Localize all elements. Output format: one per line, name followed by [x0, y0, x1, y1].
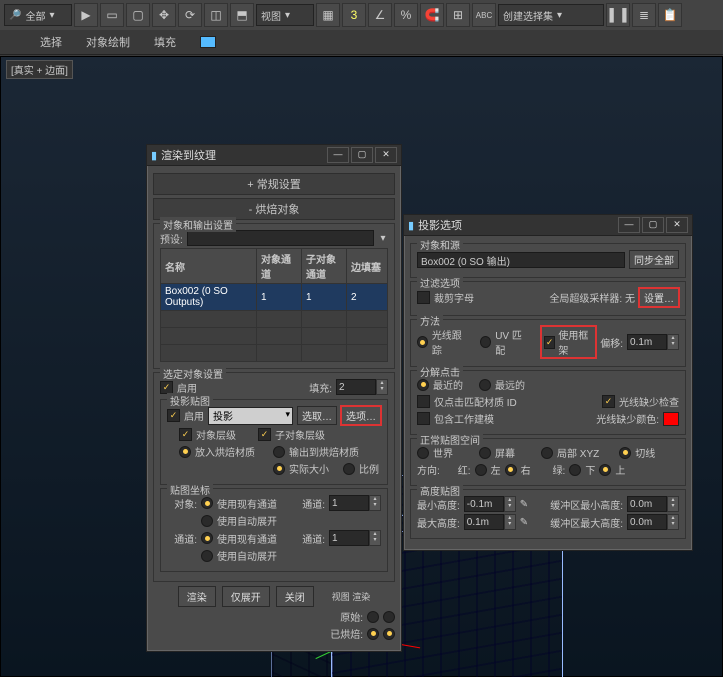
scale-icon[interactable]: ◫ — [204, 3, 228, 27]
ribbon-select[interactable]: 选择 — [40, 34, 62, 50]
rollup-general[interactable]: + 常规设置 — [153, 173, 395, 195]
sync-all-button[interactable]: 同步全部 — [629, 250, 679, 269]
select-lasso-icon[interactable]: ▢ — [126, 3, 150, 27]
move-icon[interactable]: ✥ — [152, 3, 176, 27]
miss-color-swatch[interactable] — [663, 412, 679, 426]
ribbon-object-paint[interactable]: 对象绘制 — [86, 34, 130, 50]
editor-icon[interactable]: ⊞ — [446, 3, 470, 27]
filter-dropdown[interactable]: 🔎全部▾ — [4, 4, 72, 26]
snap-icon[interactable]: 3 — [342, 3, 366, 27]
real-size-radio[interactable] — [273, 463, 285, 475]
angle-snap-icon[interactable]: ∠ — [368, 3, 392, 27]
close-icon[interactable]: ✕ — [375, 147, 397, 163]
projection-combo[interactable]: 投影 — [208, 407, 293, 425]
ribbon-populate[interactable]: 填充 — [154, 34, 176, 50]
include-working-check[interactable] — [417, 412, 430, 425]
sub-use-auto-radio[interactable] — [201, 550, 213, 562]
ray-miss-check[interactable]: ✓ — [602, 395, 615, 408]
mirror-icon[interactable]: ▌▐ — [606, 3, 630, 27]
spinner-snap-icon[interactable]: 🧲 — [420, 3, 444, 27]
hit-group: 分解点击 最近的 最远的 仅点击匹配材质 ID ✓光线缺少检查 包含工作建模 光… — [410, 370, 686, 435]
enable-check[interactable]: ✓ — [160, 381, 173, 394]
map-coords-group: 贴图坐标 对象: 使用现有通道 通道: ▴▾ 使用自动展开 通道: 使用现有通道… — [160, 488, 388, 572]
max-height-spinner[interactable]: ▴▾ — [464, 514, 516, 530]
nearest-radio[interactable] — [417, 379, 429, 391]
obj-use-auto-radio[interactable] — [201, 515, 213, 527]
ribbon-swatch[interactable] — [200, 36, 216, 48]
sub-use-existing-radio[interactable] — [201, 532, 213, 544]
rtt-dialog: ▮ 渲染到纹理 — ▢ ✕ + 常规设置 - 烘焙对象 对象和输出设置 预设: … — [146, 144, 402, 652]
normal-space-group: 正常贴图空间 世界 屏幕 局部 XYZ 切线 方向: 红: 左 右 绿: 下 上 — [410, 438, 686, 486]
obj-use-existing-radio[interactable] — [201, 497, 213, 509]
baked-radio[interactable] — [367, 628, 379, 640]
projection-options-dialog: ▮ 投影选项 — ▢ ✕ 对象和源 Box002 (0 SO 输出) 同步全部 … — [403, 214, 693, 551]
put-mat-radio[interactable] — [179, 446, 191, 458]
ribbon-subbar: 选择 对象绘制 填充 — [0, 30, 723, 55]
raytrace-radio[interactable] — [417, 336, 428, 348]
maximize-icon[interactable]: ▢ — [642, 217, 664, 233]
preset-label: 预设: — [160, 231, 183, 246]
use-cage-check[interactable]: ✓ — [544, 336, 556, 349]
coord-dropdown[interactable]: 视图▾ — [256, 4, 314, 26]
out-mat-radio[interactable] — [273, 446, 285, 458]
padding-spinner[interactable]: ▴▾ — [336, 379, 388, 395]
viewport-label: [真实 + 边面] — [6, 60, 73, 79]
sub-channel-spinner[interactable]: ▴▾ — [329, 530, 381, 546]
eyedropper-icon[interactable]: ✎ — [520, 499, 528, 510]
close-button[interactable]: 关闭 — [276, 586, 314, 607]
method-group: 方法 光线跟踪 UV 匹配 ✓使用框架 偏移: ▴▾ — [410, 319, 686, 367]
options-button[interactable]: 选项… — [341, 406, 381, 425]
po-titlebar[interactable]: ▮ 投影选项 — ▢ ✕ — [404, 215, 692, 236]
rtt-titlebar[interactable]: ▮ 渲染到纹理 — ▢ ✕ — [147, 145, 401, 166]
setup-button[interactable]: 设置… — [639, 288, 679, 307]
close-icon[interactable]: ✕ — [666, 217, 688, 233]
main-toolbar: 🔎全部▾ ▶ ▭ ▢ ✥ ⟳ ◫ ⬒ 视图▾ ▦ 3 ∠ % 🧲 ⊞ ABC 创… — [0, 0, 723, 31]
buf-max-spinner[interactable]: ▴▾ — [627, 514, 679, 530]
align-icon[interactable]: ≣ — [632, 3, 656, 27]
app-icon: ▮ — [151, 149, 157, 162]
proj-enable-check[interactable]: ✓ — [167, 409, 180, 422]
maximize-icon[interactable]: ▢ — [351, 147, 373, 163]
render-button[interactable]: 渲染 — [178, 586, 216, 607]
ratio-radio[interactable] — [343, 463, 355, 475]
buf-min-spinner[interactable]: ▴▾ — [627, 496, 679, 512]
select-rect-icon[interactable]: ▭ — [100, 3, 124, 27]
offset-spinner[interactable]: ▴▾ — [627, 334, 679, 350]
po-title: 投影选项 — [418, 217, 462, 233]
selected-object-group: 选定对象设置 ✓ 启用 填充: ▴▾ 投影贴图 ✓ 启用 投影 选取… 选项… … — [153, 372, 395, 582]
filter-group: 过滤选项 裁剪字母 全局超级采样器: 无 设置… — [410, 281, 686, 316]
selection-set-dropdown[interactable]: 创建选择集▾ — [498, 4, 604, 26]
source-entry[interactable]: Box002 (0 SO 输出) — [417, 252, 625, 268]
app-icon: ▮ — [408, 219, 414, 232]
place-icon[interactable]: ⬒ — [230, 3, 254, 27]
orig-radio[interactable] — [367, 611, 379, 623]
minimize-icon[interactable]: — — [327, 147, 349, 163]
rotate-icon[interactable]: ⟳ — [178, 3, 202, 27]
sub-level-check[interactable]: ✓ — [258, 428, 271, 441]
eyedropper-icon[interactable]: ✎ — [520, 517, 528, 528]
pick-button[interactable]: 选取… — [297, 406, 337, 425]
source-group: 对象和源 Box002 (0 SO 输出) 同步全部 — [410, 243, 686, 278]
select-icon[interactable]: ▶ — [74, 3, 98, 27]
objects-table[interactable]: 名称 对象通道 子对象通道 边填塞 Box002 (0 SO Outputs)1… — [160, 248, 388, 362]
obj-level-check[interactable]: ✓ — [179, 428, 192, 441]
projection-group: 投影贴图 ✓ 启用 投影 选取… 选项… ✓对象层级 ✓子对象层级 放入烘焙材质… — [160, 399, 388, 485]
layers-icon[interactable]: 📋 — [658, 3, 682, 27]
obj-channel-spinner[interactable]: ▴▾ — [329, 495, 381, 511]
only-matid-check[interactable] — [417, 395, 430, 408]
unwrap-only-button[interactable]: 仅展开 — [222, 586, 270, 607]
preset-combo[interactable] — [187, 230, 374, 246]
height-group: 高度贴图 最小高度: ▴▾ ✎ 缓冲区最小高度: ▴▾ 最大高度: ▴▾ ✎ 缓… — [410, 489, 686, 539]
uv-match-radio[interactable] — [480, 336, 491, 348]
abc-icon[interactable]: ABC — [472, 3, 496, 27]
percent-snap-icon[interactable]: % — [394, 3, 418, 27]
min-height-spinner[interactable]: ▴▾ — [464, 496, 516, 512]
pivot-icon[interactable]: ▦ — [316, 3, 340, 27]
minimize-icon[interactable]: — — [618, 217, 640, 233]
crop-alpha-check[interactable] — [417, 291, 430, 304]
rtt-title: 渲染到纹理 — [161, 147, 216, 163]
farthest-radio[interactable] — [479, 379, 491, 391]
obj-output-group: 对象和输出设置 预设: ▾ 名称 对象通道 子对象通道 边填塞 Box002 (… — [153, 223, 395, 369]
table-row[interactable]: Box002 (0 SO Outputs)112 — [161, 284, 388, 311]
